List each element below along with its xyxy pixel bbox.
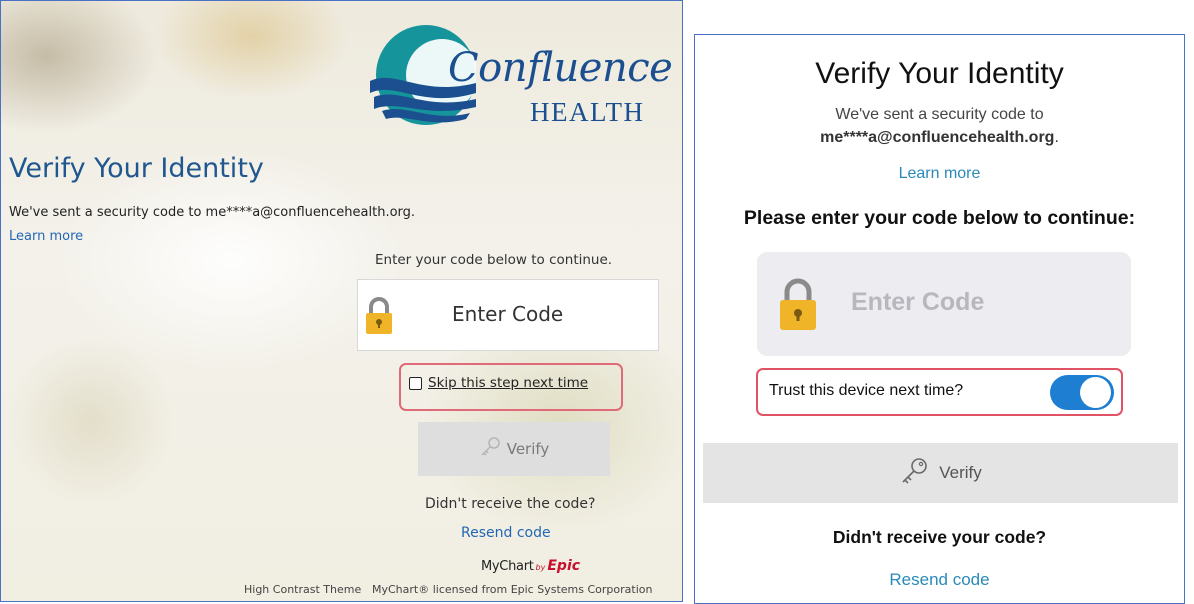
- logo-wordmark: Confluence: [448, 45, 673, 91]
- verify-button-label: Verify: [506, 440, 550, 458]
- learn-more-link[interactable]: Learn more: [695, 165, 1184, 183]
- skip-step-option[interactable]: Skip this step next time: [409, 375, 588, 391]
- code-input-placeholder: Enter Code: [851, 288, 985, 316]
- code-sent-email: me****a@confluencehealth.org.: [695, 129, 1184, 147]
- high-contrast-theme-link[interactable]: High Contrast Theme: [244, 583, 361, 596]
- verify-button[interactable]: Verify: [703, 443, 1178, 503]
- key-icon: [479, 436, 501, 462]
- skip-step-label[interactable]: Skip this step next time: [428, 375, 588, 391]
- page-title: Verify Your Identity: [815, 57, 1064, 90]
- confluence-health-logo: Confluence HEALTH: [366, 19, 673, 131]
- code-input[interactable]: Enter Code: [757, 252, 1131, 356]
- didnt-receive-text: Didn't receive your code?: [832, 527, 1047, 547]
- trust-device-toggle[interactable]: [1050, 375, 1114, 410]
- enter-code-prompt: Please enter your code below to continue…: [743, 207, 1136, 229]
- verify-button[interactable]: Verify: [418, 422, 610, 476]
- toggle-knob: [1080, 377, 1111, 408]
- page-title: Verify Your Identity: [9, 153, 264, 184]
- didnt-receive-text: Didn't receive the code?: [425, 496, 596, 512]
- key-icon: [899, 456, 929, 491]
- masked-email: me****a@confluencehealth.org: [820, 129, 1055, 146]
- enter-code-prompt: Enter your code below to continue.: [375, 252, 613, 268]
- epic-wordmark: Epic: [547, 558, 581, 574]
- code-sent-message: We've sent a security code to: [835, 106, 1044, 123]
- resend-code-link[interactable]: Resend code: [461, 525, 551, 541]
- mychart-wordmark: MyChart: [481, 559, 534, 574]
- mychart-epic-logo: MyChart by Epic: [481, 558, 580, 574]
- by-text: by: [535, 563, 546, 572]
- license-text: MyChart® licensed from Epic Systems Corp…: [372, 583, 653, 596]
- code-input[interactable]: Enter Code: [357, 279, 659, 351]
- mobile-verify-screen: Verify Your Identity We've sent a securi…: [694, 34, 1185, 604]
- code-input-placeholder: Enter Code: [452, 302, 564, 326]
- logo-subtitle: HEALTH: [530, 97, 645, 127]
- code-sent-message: We've sent a security code to me****a@co…: [9, 205, 416, 220]
- lock-icon: [364, 297, 394, 339]
- lock-icon: [777, 278, 819, 337]
- desktop-verify-screen: Confluence HEALTH Verify Your Identity W…: [0, 0, 683, 602]
- skip-step-checkbox[interactable]: [409, 376, 422, 390]
- sentence-end: .: [1054, 129, 1059, 146]
- trust-device-label: Trust this device next time?: [769, 382, 964, 399]
- learn-more-link[interactable]: Learn more: [9, 229, 83, 244]
- verify-button-label: Verify: [939, 463, 982, 482]
- resend-code-link[interactable]: Resend code: [695, 570, 1184, 590]
